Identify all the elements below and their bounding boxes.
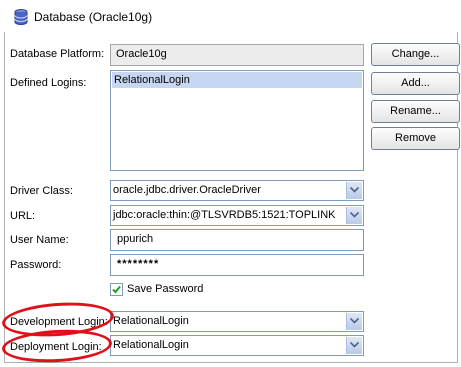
platform-label: Database Platform: bbox=[10, 48, 105, 60]
chevron-down-icon[interactable] bbox=[346, 337, 362, 354]
database-icon bbox=[14, 9, 28, 25]
remove-button[interactable]: Remove bbox=[371, 127, 460, 150]
user-name-value: ppurich bbox=[117, 233, 154, 245]
platform-field: Oracle10g bbox=[110, 44, 364, 66]
save-password-label[interactable]: Save Password bbox=[127, 283, 203, 295]
url-select[interactable]: jdbc:oracle:thin:@TLSVRDB5:1521:TOPLINK bbox=[110, 205, 364, 226]
logins-label: Defined Logins: bbox=[10, 77, 87, 89]
chevron-down-icon[interactable] bbox=[346, 313, 362, 330]
deployment-login-select[interactable]: RelationalLogin bbox=[110, 335, 364, 356]
user-name-label: User Name: bbox=[10, 234, 69, 246]
password-label: Password: bbox=[10, 259, 62, 271]
save-password-checkbox[interactable] bbox=[110, 283, 123, 296]
url-value: jdbc:oracle:thin:@TLSVRDB5:1521:TOPLINK bbox=[113, 209, 336, 221]
checkmark-icon bbox=[112, 285, 121, 294]
panel-header: Database (Oracle10g) bbox=[0, 0, 461, 32]
rename-button[interactable]: Rename... bbox=[371, 100, 460, 123]
deployment-login-value: RelationalLogin bbox=[113, 339, 189, 351]
driver-label: Driver Class: bbox=[10, 185, 73, 197]
development-login-value: RelationalLogin bbox=[113, 315, 189, 327]
platform-value: Oracle10g bbox=[116, 48, 167, 60]
url-label: URL: bbox=[10, 210, 36, 222]
chevron-down-icon[interactable] bbox=[346, 207, 362, 224]
development-login-select[interactable]: RelationalLogin bbox=[110, 311, 364, 332]
user-name-field[interactable]: ppurich bbox=[110, 229, 364, 251]
list-item[interactable]: RelationalLogin bbox=[112, 72, 362, 88]
driver-class-select[interactable]: oracle.jdbc.driver.OracleDriver bbox=[110, 180, 364, 201]
logins-list[interactable]: RelationalLogin bbox=[110, 70, 364, 171]
password-field[interactable]: ******** bbox=[110, 254, 364, 276]
page-title: Database (Oracle10g) bbox=[34, 10, 153, 24]
password-value: ******** bbox=[117, 258, 160, 270]
chevron-down-icon[interactable] bbox=[346, 182, 362, 199]
add-button[interactable]: Add... bbox=[371, 72, 460, 95]
driver-value: oracle.jdbc.driver.OracleDriver bbox=[113, 184, 261, 196]
change-button[interactable]: Change... bbox=[371, 43, 460, 66]
database-panel: Database (Oracle10g) Database Platform: … bbox=[0, 0, 461, 367]
